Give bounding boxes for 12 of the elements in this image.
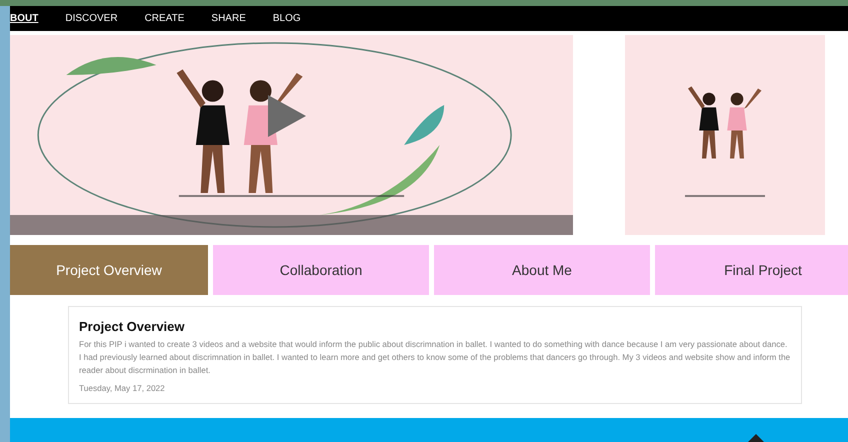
tab[interactable]: Project Overview: [10, 245, 208, 295]
nav-link[interactable]: BOUT: [10, 13, 38, 24]
nav-link[interactable]: CREATE: [144, 13, 184, 24]
post-title: Project Overview: [79, 319, 186, 334]
post-body: For this PIP i wanted to create 3 videos and a website that would inform the public about discrimnation in ballet. I wanted to do something with dance because I am very passionate about dance. I had previously learned about discrimnation in ballet. I wanted to learn more and get others to know some of the problems that dancers go through. My 3 videos and website show and inform the reader about discrmination in ballet.: [79, 338, 791, 377]
nav-link[interactable]: SHARE: [211, 13, 246, 24]
tab[interactable]: Final Project: [655, 245, 848, 295]
post-date: Tuesday, May 17, 2022: [79, 383, 166, 393]
nav-link[interactable]: BLOG: [272, 13, 301, 24]
tab[interactable]: About Me: [434, 245, 650, 295]
tab[interactable]: Collaboration: [213, 245, 429, 295]
nav-link[interactable]: DISCOVER: [65, 13, 118, 24]
